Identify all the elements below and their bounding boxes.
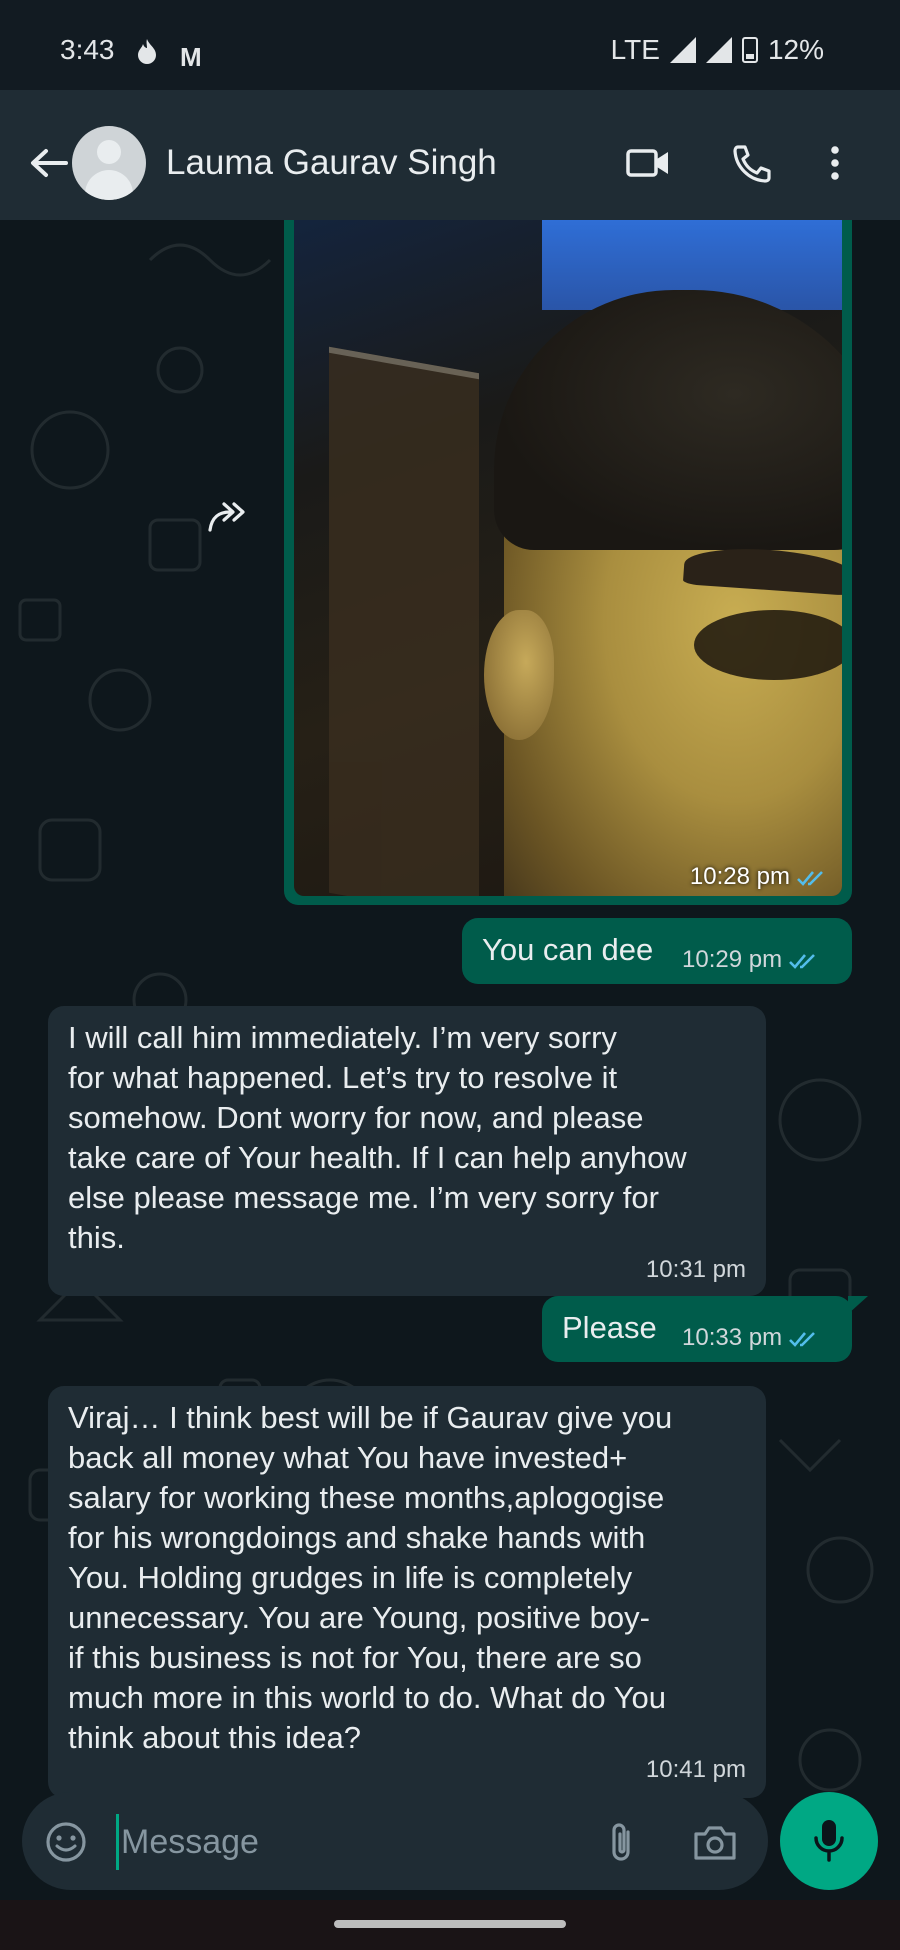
emoji-icon[interactable] xyxy=(44,1820,88,1864)
message-time: 10:31 pm xyxy=(645,1256,746,1283)
message-time: 10:28 pm xyxy=(689,863,790,890)
photo-ear xyxy=(484,610,554,740)
message-meta: 10:33 pm xyxy=(682,1324,820,1352)
message-line: back all money what You have invested+ xyxy=(68,1440,628,1475)
battery-icon xyxy=(741,37,758,63)
message-meta: 10:29 pm xyxy=(682,946,820,974)
signal-icon xyxy=(669,37,696,63)
mic-button[interactable] xyxy=(780,1792,878,1890)
read-ticks-icon xyxy=(797,870,823,886)
message-text: Viraj… I think best will be if Gaurav gi… xyxy=(68,1398,672,1758)
photo-eye xyxy=(694,610,842,680)
gmail-icon: M xyxy=(180,42,202,72)
message-line: for what happened. Let’s try to resolve … xyxy=(68,1060,618,1095)
shared-photo[interactable] xyxy=(294,220,842,896)
flame-icon xyxy=(138,39,156,64)
network-type: LTE xyxy=(610,34,660,65)
message-time: 10:41 pm xyxy=(645,1756,746,1783)
camera-icon[interactable] xyxy=(692,1822,738,1862)
signal-icon-2 xyxy=(705,37,732,63)
message-line: I will call him immediately. I’m very so… xyxy=(68,1020,617,1055)
message-line: Viraj… I think best will be if Gaurav gi… xyxy=(68,1400,673,1435)
status-right: LTE 12% xyxy=(611,34,824,66)
voice-call-icon[interactable] xyxy=(730,143,774,183)
message-time: 10:33 pm xyxy=(682,1324,783,1351)
message-text: You can dee xyxy=(482,932,654,967)
outgoing-message[interactable]: You can dee 10:29 pm xyxy=(462,918,852,984)
message-line: salary for working these months,aplogogi… xyxy=(68,1480,665,1515)
message-line: this. xyxy=(68,1220,125,1255)
message-text: I will call him immediately. I’m very so… xyxy=(68,1018,687,1258)
read-ticks-icon xyxy=(789,953,815,969)
outgoing-message[interactable]: Please 10:33 pm xyxy=(542,1296,852,1362)
read-ticks-icon xyxy=(789,1331,815,1347)
message-line: think about this idea? xyxy=(68,1720,361,1755)
message-line: much more in this world to do. What do Y… xyxy=(68,1680,666,1715)
message-line: if this business is not for You, there a… xyxy=(68,1640,642,1675)
home-gesture-handle[interactable] xyxy=(334,1920,566,1928)
status-bar: 3:43 M LTE 12% xyxy=(0,0,900,90)
status-time: 3:43 xyxy=(60,34,115,65)
back-arrow-icon[interactable] xyxy=(28,147,68,179)
photo-hair xyxy=(494,290,842,550)
avatar-shoulders xyxy=(85,170,133,200)
message-line: You. Holding grudges in life is complete… xyxy=(68,1560,633,1595)
message-line: else please message me. I’m very sorry f… xyxy=(68,1180,659,1215)
image-message-meta: 10:28 pm xyxy=(690,863,828,891)
photo-door xyxy=(329,346,479,896)
bubble-tail xyxy=(848,1296,868,1314)
message-time: 10:29 pm xyxy=(682,946,783,973)
image-message[interactable]: 10:28 pm xyxy=(284,220,852,905)
incoming-message[interactable]: I will call him immediately. I’m very so… xyxy=(48,1006,766,1296)
mic-icon xyxy=(814,1820,844,1862)
more-options-icon[interactable] xyxy=(820,143,850,183)
chat-area[interactable]: 10:28 pm You can dee 10:29 pm I will cal… xyxy=(0,220,900,1900)
incoming-message[interactable]: Viraj… I think best will be if Gaurav gi… xyxy=(48,1386,766,1798)
contact-name[interactable]: Lauma Gaurav Singh xyxy=(166,143,497,183)
avatar-head xyxy=(97,140,121,164)
attach-icon[interactable] xyxy=(602,1820,642,1866)
message-line: take care of Your health. If I can help … xyxy=(68,1140,687,1175)
message-line: somehow. Dont worry for now, and please xyxy=(68,1100,644,1135)
message-text: Please xyxy=(562,1310,657,1345)
message-line: unnecessary. You are Young, positive boy… xyxy=(68,1600,650,1635)
forward-icon[interactable] xyxy=(206,500,250,534)
battery-level: 12% xyxy=(767,34,824,65)
message-input[interactable] xyxy=(116,1814,603,1870)
avatar[interactable] xyxy=(72,126,146,200)
video-call-icon[interactable] xyxy=(626,143,670,183)
message-line: for his wrongdoings and shake hands with xyxy=(68,1520,646,1555)
